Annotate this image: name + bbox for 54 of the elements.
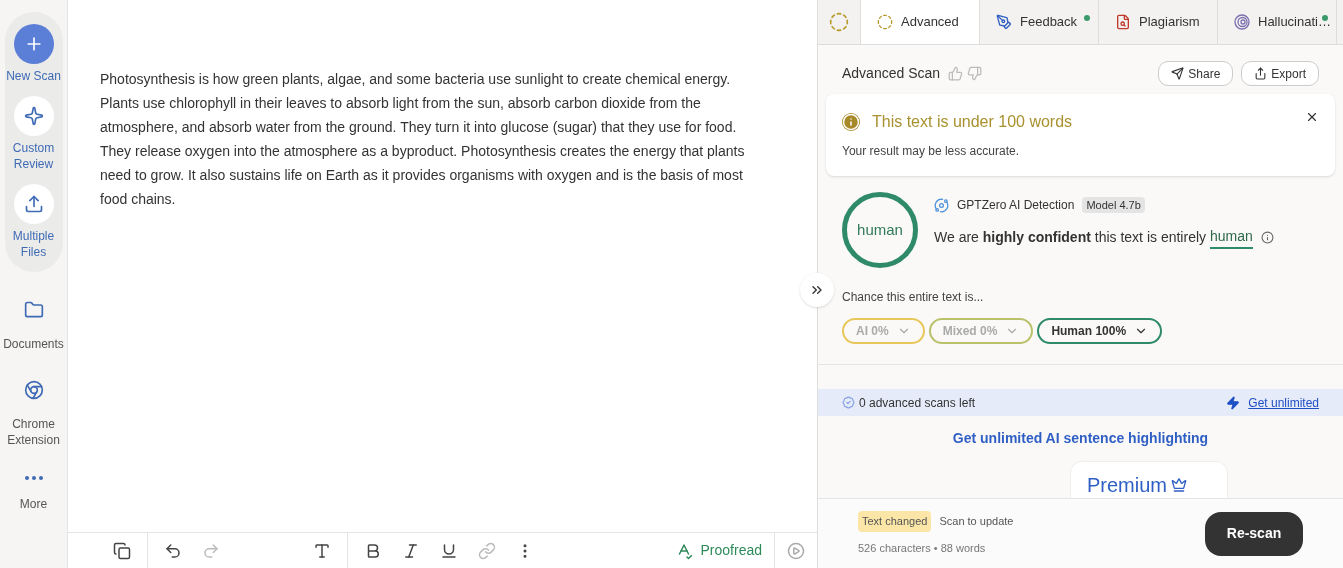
sidebar-action[interactable]: Custom Review xyxy=(5,96,62,172)
info-icon xyxy=(842,113,860,131)
warning-message: Your result may be less accurate. xyxy=(842,143,1020,160)
thumbs-up-icon[interactable] xyxy=(948,66,964,81)
pen-icon xyxy=(996,14,1012,30)
underline-icon[interactable] xyxy=(440,541,458,560)
get-unlimited-link[interactable]: Get unlimited xyxy=(1248,393,1319,412)
premium-card: Premium xyxy=(1070,461,1228,498)
verdict-ring: human xyxy=(842,192,918,268)
status-badge: Text changed xyxy=(858,511,932,532)
crown-icon xyxy=(1171,477,1187,493)
send-icon xyxy=(1171,67,1185,80)
export-button[interactable]: Export xyxy=(1241,61,1319,86)
verdict-statement: We are highly confident this text is entirely xyxy=(934,228,1207,247)
chrome-icon xyxy=(23,380,44,400)
sidebar-action[interactable]: New Scan xyxy=(5,24,62,84)
text-style-icon[interactable] xyxy=(313,541,331,560)
chance-dropdown[interactable]: Human 100% xyxy=(1037,318,1163,344)
update-hint: Scan to update xyxy=(939,514,1014,529)
tab[interactable]: Advanced xyxy=(861,0,980,44)
collapse-button[interactable] xyxy=(800,273,834,307)
close-icon[interactable] xyxy=(1305,110,1319,124)
promo-heading: Get unlimited AI sentence highlighting xyxy=(951,429,1210,448)
sidebar-link[interactable]: Documents xyxy=(0,292,67,352)
copy-icon[interactable] xyxy=(113,541,131,560)
document-search-icon xyxy=(1115,14,1131,30)
rescan-button[interactable]: Re-scan xyxy=(1205,511,1303,556)
info-icon[interactable] xyxy=(1260,231,1274,244)
proofread-button[interactable]: Proofread xyxy=(662,533,775,568)
sidebar-link[interactable]: Chrome Extension xyxy=(0,372,67,448)
export-icon xyxy=(1254,67,1268,80)
logo-icon xyxy=(934,197,949,213)
folder-icon xyxy=(23,300,44,320)
scans-left: 0 advanced scans left xyxy=(859,394,976,412)
loading-icon xyxy=(829,12,849,32)
share-button[interactable]: Share xyxy=(1158,61,1234,86)
bolt-icon xyxy=(1226,395,1241,410)
verdict-word[interactable]: human xyxy=(1210,226,1253,249)
sidebar-action[interactable]: Multiple Files xyxy=(5,184,62,260)
detector-name: GPTZero AI Detection xyxy=(957,197,1075,214)
document-text[interactable]: Photosynthesis is how green plants, algae, and some bacteria use sunlight to create chemical energy. Plants use chlorophyll in their leaves to absorb light from the sun, absorb carbon dioxide from the atmosphere, and absorb water from the ground. They turn it into glucose (sugar) that they use for food. They release oxygen into the atmosphere as a byproduct. Photosynthesis creates the energy that plants need to grow. It also sustains life on Earth as it provides organisms with oxygen and is the basis of most food chains. xyxy=(68,0,817,532)
italic-icon[interactable] xyxy=(402,541,420,560)
panel-title: Advanced Scan xyxy=(842,64,941,83)
ring-icon xyxy=(877,14,893,30)
check-icon xyxy=(842,396,855,409)
warning-title: This text is under 100 words xyxy=(872,112,1073,132)
thumbs-down-icon[interactable] xyxy=(967,66,983,81)
undo-icon[interactable] xyxy=(164,541,182,560)
dots-icon xyxy=(24,476,43,480)
chance-label: Chance this entire text is... xyxy=(841,289,985,306)
sidebar-link[interactable]: More xyxy=(0,468,67,512)
spiral-icon xyxy=(1234,14,1250,30)
model-tag: Model 4.7b xyxy=(1082,196,1145,214)
text-stats: 526 characters • 88 words xyxy=(858,540,987,556)
